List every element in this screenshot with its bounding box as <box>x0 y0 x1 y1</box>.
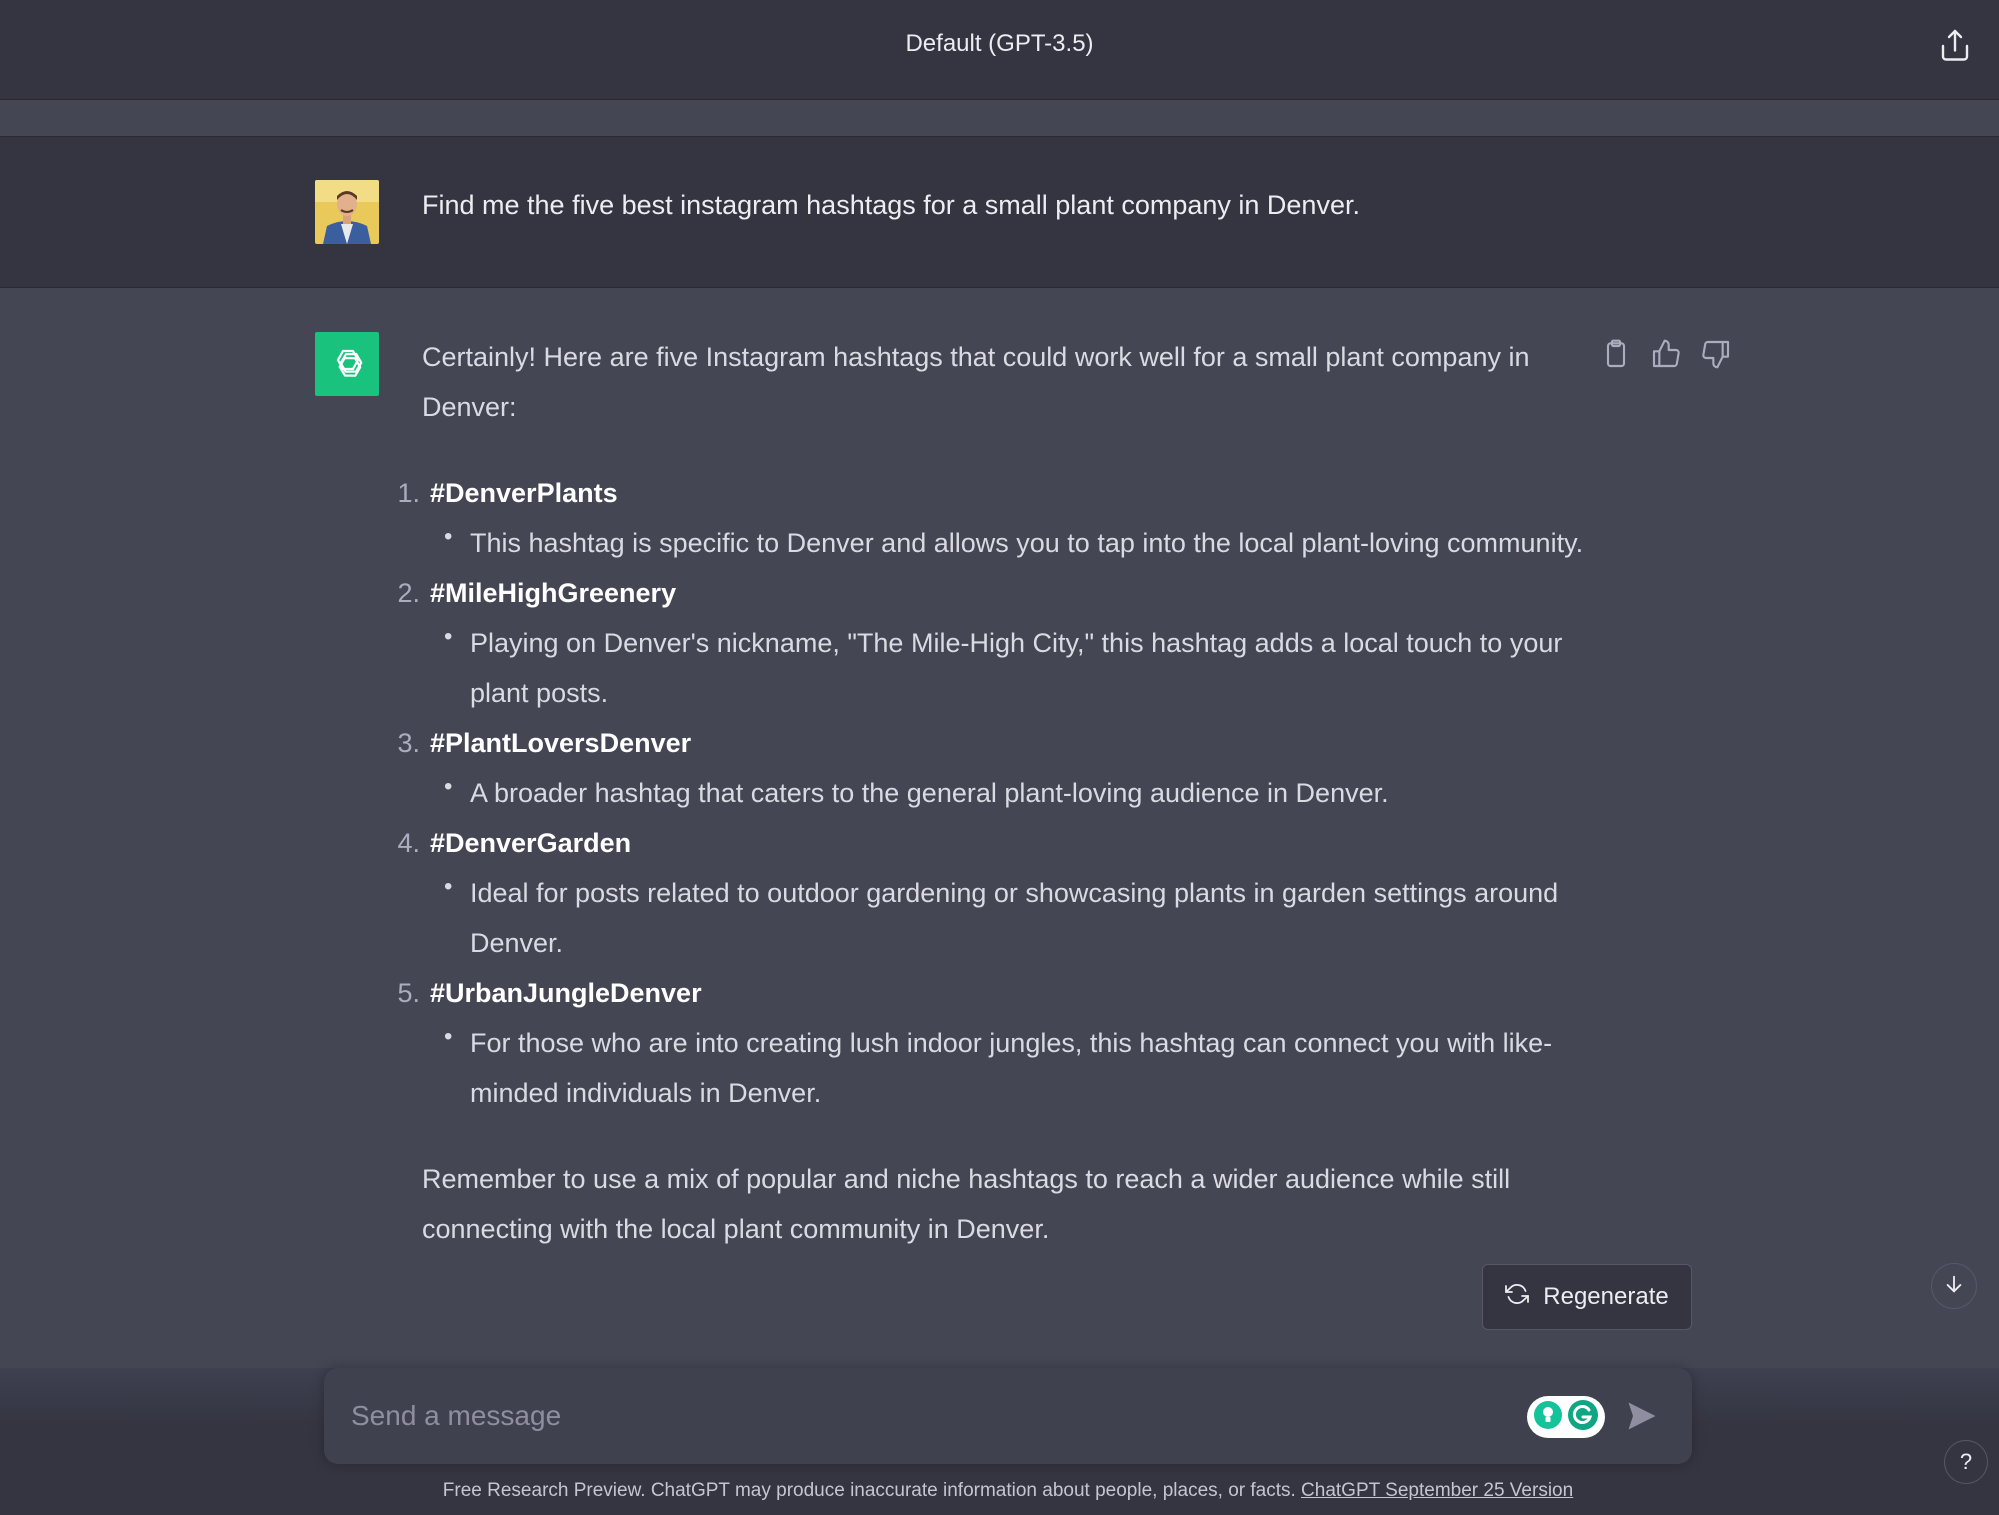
list-number: 5. <box>397 978 420 1008</box>
hashtag: #UrbanJungleDenver <box>430 978 702 1008</box>
list-item: 3. #PlantLoversDenver A broader hashtag … <box>392 718 1592 818</box>
assistant-message: Certainly! Here are five Instagram hasht… <box>0 288 1999 1368</box>
thumbs-up-icon[interactable] <box>1650 338 1682 370</box>
answer-intro: Certainly! Here are five Instagram hasht… <box>422 342 1530 422</box>
list-number: 1. <box>397 478 420 508</box>
list-number: 4. <box>397 828 420 858</box>
hashtag: #PlantLoversDenver <box>430 728 692 758</box>
hashtag: #DenverGarden <box>430 828 632 858</box>
grammarly-widget[interactable] <box>1527 1396 1605 1438</box>
thumbs-down-icon[interactable] <box>1700 338 1732 370</box>
arrow-down-icon <box>1943 1273 1965 1300</box>
answer-closing: Remember to use a mix of popular and nic… <box>422 1164 1511 1244</box>
refresh-icon <box>1505 1282 1530 1313</box>
disclaimer-text: Free Research Preview. ChatGPT may produ… <box>442 1480 1302 1501</box>
regenerate-button[interactable]: Regenerate <box>1482 1264 1692 1330</box>
copy-icon[interactable] <box>1600 338 1632 370</box>
message-actions <box>1600 338 1760 374</box>
list-item: 2. #MileHighGreenery Playing on Denver's… <box>392 568 1592 718</box>
user-message: Find me the five best instagram hashtags… <box>0 136 1999 288</box>
list-number: 2. <box>397 578 420 608</box>
hashtag: #DenverPlants <box>430 478 618 508</box>
list-item: 4. #DenverGarden Ideal for posts related… <box>392 818 1592 968</box>
list-number: 3. <box>397 728 420 758</box>
share-icon[interactable] <box>1937 28 1973 64</box>
help-button[interactable]: ? <box>1944 1440 1988 1484</box>
hashtag-description: Ideal for posts related to outdoor garde… <box>444 862 1592 968</box>
list-item: 5. #UrbanJungleDenver For those who are … <box>392 968 1592 1118</box>
hashtag-description: For those who are into creating lush ind… <box>444 1012 1592 1118</box>
version-link[interactable]: ChatGPT September 25 Version <box>1301 1480 1573 1501</box>
hashtag-description: Playing on Denver's nickname, "The Mile-… <box>444 612 1592 718</box>
regenerate-label: Regenerate <box>1543 1283 1669 1310</box>
hashtag-description: A broader hashtag that caters to the gen… <box>444 762 1592 818</box>
top-bar: Default (GPT-3.5) <box>0 0 1999 100</box>
hashtag: #MileHighGreenery <box>430 578 677 608</box>
user-avatar <box>315 180 379 244</box>
hashtag-description: This hashtag is specific to Denver and a… <box>444 512 1592 568</box>
message-composer <box>324 1368 1692 1464</box>
message-input[interactable] <box>351 1396 1501 1436</box>
chat-app: Default (GPT-3.5) Find me the five best … <box>0 0 1999 1515</box>
chatgpt-logo-icon <box>315 332 379 396</box>
send-icon[interactable] <box>1624 1398 1660 1434</box>
hashtag-list: 1. #DenverPlants This hashtag is specifi… <box>392 468 1592 1118</box>
user-message-text: Find me the five best instagram hashtags… <box>422 190 1360 220</box>
scroll-to-bottom-button[interactable] <box>1931 1263 1977 1309</box>
bulb-icon <box>1533 1400 1563 1435</box>
model-title[interactable]: Default (GPT-3.5) <box>0 30 1999 58</box>
conversation-spacer <box>0 100 1999 136</box>
grammarly-icon <box>1567 1399 1599 1436</box>
help-label: ? <box>1959 1449 1973 1474</box>
composer-area: Free Research Preview. ChatGPT may produ… <box>0 1368 1999 1515</box>
list-item: 1. #DenverPlants This hashtag is specifi… <box>392 468 1592 568</box>
disclaimer: Free Research Preview. ChatGPT may produ… <box>0 1480 1999 1502</box>
assistant-message-body: Certainly! Here are five Instagram hasht… <box>397 332 1592 1254</box>
